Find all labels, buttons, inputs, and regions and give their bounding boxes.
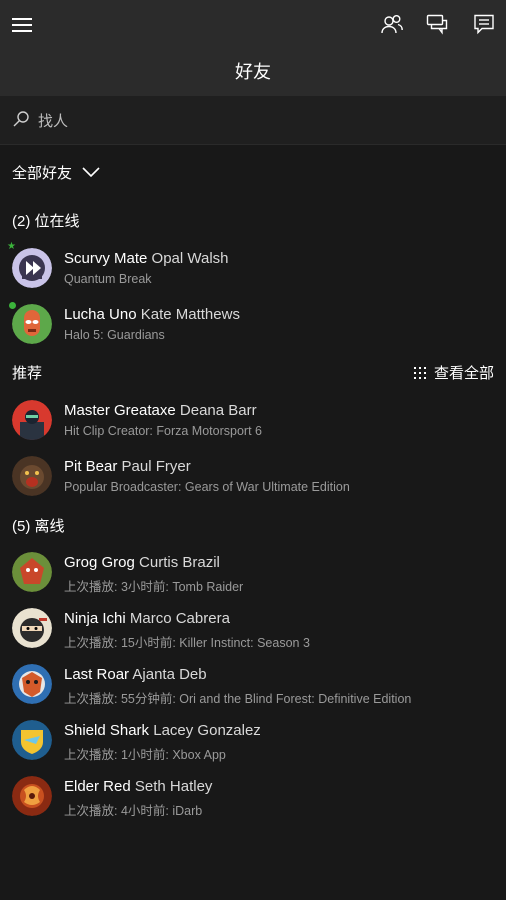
presence-dot-icon: [9, 302, 16, 309]
friend-status: Halo 5: Guardians: [64, 328, 165, 342]
real-name: Seth Hatley: [134, 778, 213, 795]
avatar: [12, 248, 52, 288]
friend-status: 上次播放: 55分钟前: Ori and the Blind Forest: D…: [64, 692, 412, 706]
friend-name: Ninja Ichi Marco Cabrera: [64, 610, 230, 627]
filter-label: 全部好友: [12, 164, 73, 182]
activity-feed-icon[interactable]: [472, 12, 496, 36]
gamertag: Lucha Uno: [64, 306, 137, 323]
friend-name: Elder Red Seth Hatley: [64, 778, 212, 795]
list-item[interactable]: Ninja Ichi Marco Cabrera 上次播放: 15小时前: Ki…: [0, 600, 506, 656]
avatar: [12, 720, 52, 760]
list-item[interactable]: Elder Red Seth Hatley 上次播放: 4小时前: iDarb: [0, 768, 506, 824]
friend-name: Scurvy Mate Opal Walsh: [64, 250, 229, 267]
section-header-online: (2) 位在线: [12, 213, 80, 230]
list-item[interactable]: Lucha Uno Kate Matthews Halo 5: Guardian…: [0, 296, 506, 352]
real-name: Marco Cabrera: [129, 610, 230, 627]
top-bar: 好友: [0, 0, 506, 96]
friend-name: Lucha Uno Kate Matthews: [64, 306, 240, 323]
section-header-offline: (5) 离线: [12, 518, 65, 535]
list-item[interactable]: Shield Shark Lacey Gonzalez 上次播放: 1小时前: …: [0, 712, 506, 768]
hamburger-icon[interactable]: [12, 14, 34, 34]
gamertag: Grog Grog: [64, 554, 135, 571]
real-name: Paul Fryer: [121, 458, 191, 475]
avatar: [12, 456, 52, 496]
see-all-button[interactable]: 查看全部: [413, 362, 494, 383]
real-name: Lacey Gonzalez: [153, 722, 261, 739]
search-icon: [13, 111, 29, 127]
avatar: [12, 400, 52, 440]
friend-status: 上次播放: 4小时前: iDarb: [64, 804, 203, 818]
gamertag: Shield Shark: [64, 722, 150, 739]
avatar: [12, 664, 52, 704]
friend-status: 上次播放: 15小时前: Killer Instinct: Season 3: [64, 636, 310, 650]
page-title: 好友: [235, 62, 271, 82]
search-bar: [0, 96, 506, 145]
friends-filter-dropdown[interactable]: 全部好友: [12, 160, 100, 184]
people-icon[interactable]: [380, 12, 404, 36]
gamertag: Pit Bear: [64, 458, 118, 475]
list-item[interactable]: Pit Bear Paul Fryer Popular Broadcaster:…: [0, 448, 506, 504]
gamertag: Elder Red: [64, 778, 131, 795]
friend-status: Popular Broadcaster: Gears of War Ultima…: [64, 480, 350, 494]
friend-name: Shield Shark Lacey Gonzalez: [64, 722, 261, 739]
list-item[interactable]: ★ Scurvy Mate Opal Walsh Quantum Break: [0, 240, 506, 296]
avatar: [12, 304, 52, 344]
avatar: [12, 552, 52, 592]
list-item[interactable]: Master Greataxe Deana Barr Hit Clip Crea…: [0, 392, 506, 448]
chevron-down-icon: [82, 167, 100, 177]
friend-status: Hit Clip Creator: Forza Motorsport 6: [64, 424, 262, 438]
friend-name: Grog Grog Curtis Brazil: [64, 554, 220, 571]
avatar: [12, 608, 52, 648]
grid-icon: [413, 366, 426, 379]
real-name: Ajanta Deb: [132, 666, 207, 683]
list-item[interactable]: Grog Grog Curtis Brazil 上次播放: 3小时前: Tomb…: [0, 544, 506, 600]
gamertag: Scurvy Mate: [64, 250, 148, 267]
gamertag: Last Roar: [64, 666, 130, 683]
friend-status: Quantum Break: [64, 272, 152, 286]
real-name: Opal Walsh: [151, 250, 229, 267]
friend-name: Last Roar Ajanta Deb: [64, 666, 207, 683]
avatar: [12, 776, 52, 816]
list-item[interactable]: Last Roar Ajanta Deb 上次播放: 55分钟前: Ori an…: [0, 656, 506, 712]
gamertag: Master Greataxe: [64, 402, 176, 419]
real-name: Kate Matthews: [140, 306, 240, 323]
see-all-label: 查看全部: [433, 365, 494, 382]
friend-status: 上次播放: 3小时前: Tomb Raider: [64, 580, 244, 594]
friend-status: 上次播放: 1小时前: Xbox App: [64, 748, 226, 762]
presence-star-icon: ★: [7, 241, 16, 252]
search-input[interactable]: [36, 106, 490, 136]
section-header-recommended: 推荐: [12, 365, 43, 382]
messages-icon[interactable]: [425, 12, 449, 36]
friend-name: Pit Bear Paul Fryer: [64, 458, 191, 475]
real-name: Curtis Brazil: [139, 554, 220, 571]
real-name: Deana Barr: [179, 402, 257, 419]
gamertag: Ninja Ichi: [64, 610, 126, 627]
friend-name: Master Greataxe Deana Barr: [64, 402, 257, 419]
